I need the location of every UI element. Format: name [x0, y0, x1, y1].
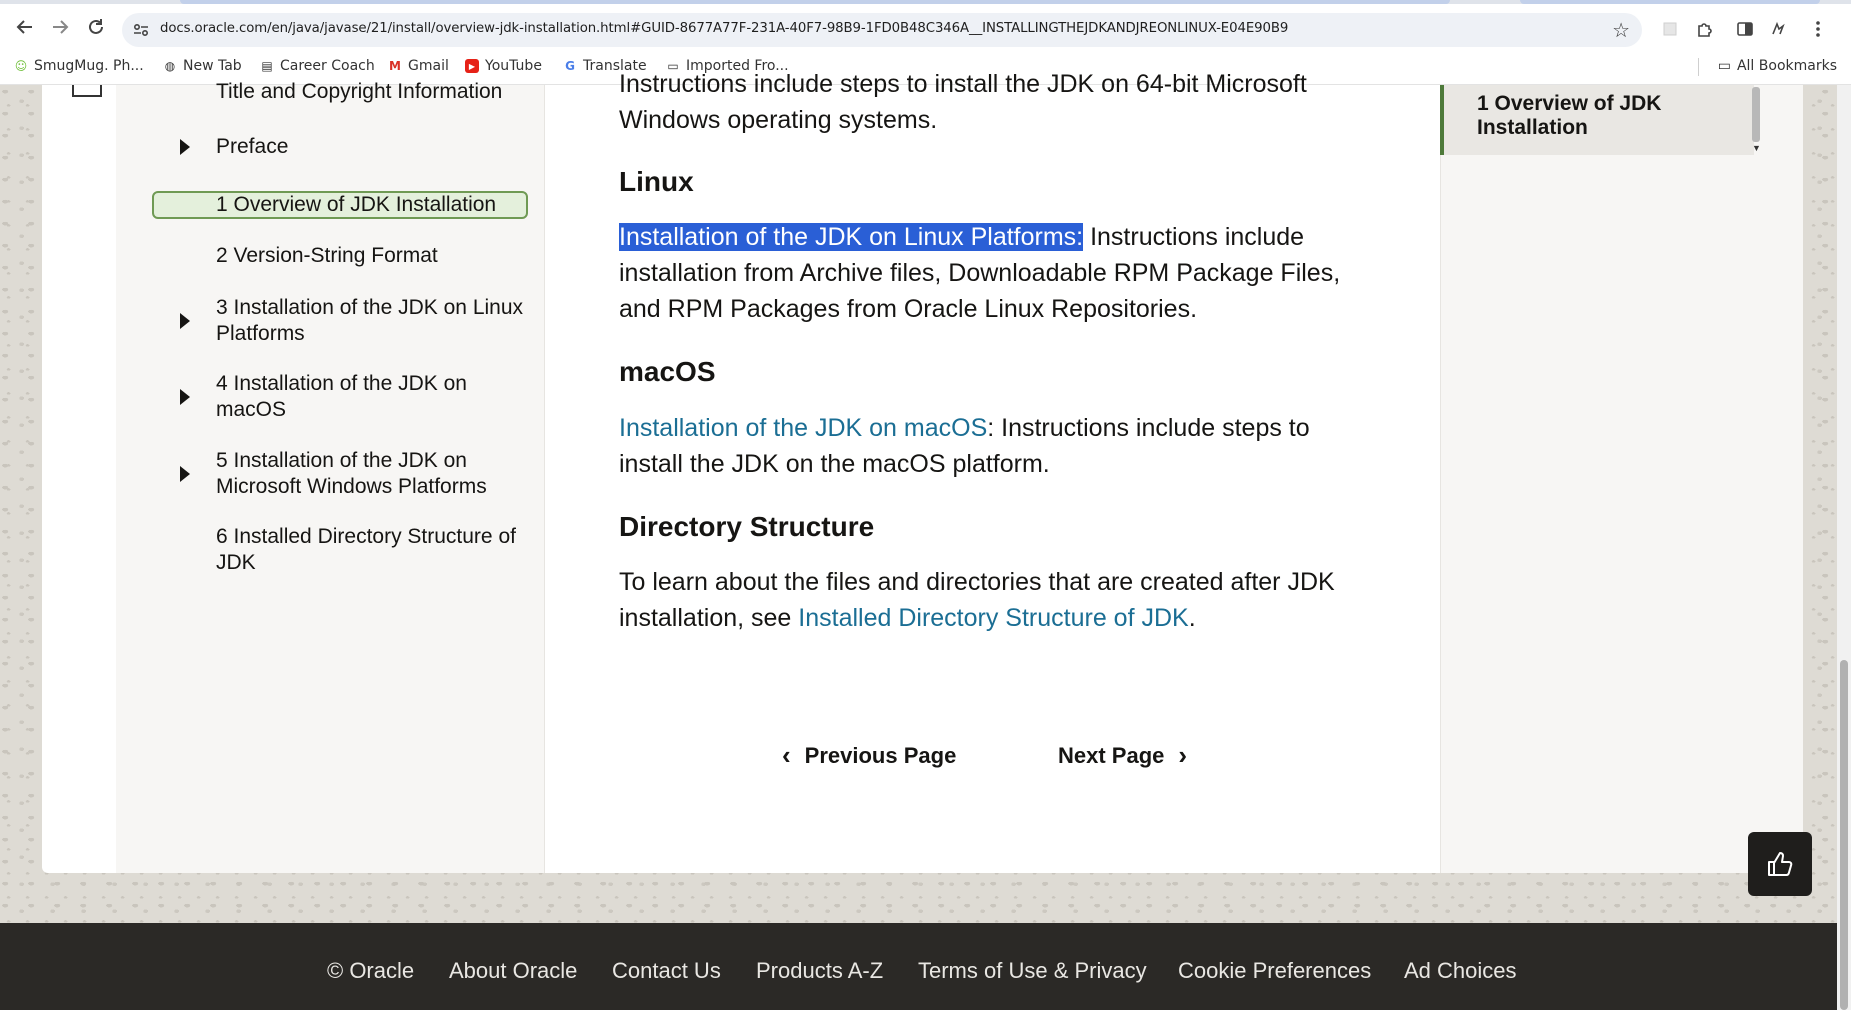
- text-line: Windows operating systems.: [619, 106, 938, 134]
- site-settings-icon[interactable]: [132, 21, 150, 39]
- youtube-icon: ▶: [465, 59, 479, 73]
- page-scrollbar[interactable]: [1837, 85, 1851, 1010]
- directory-structure-link[interactable]: Installed Directory Structure of JDK: [798, 604, 1188, 632]
- scroll-down-arrow-icon[interactable]: ▼: [1752, 143, 1761, 153]
- footer-link-contact-us[interactable]: Contact Us: [612, 958, 721, 984]
- footer-link-products[interactable]: Products A-Z: [756, 958, 883, 984]
- arrow-right-icon: [53, 20, 69, 34]
- windows-text-tail: Instructions include steps to install th…: [619, 66, 1349, 138]
- bookmark-label: YouTube: [485, 58, 542, 74]
- profile-icon[interactable]: [1768, 19, 1788, 39]
- bookmark-label: Gmail: [408, 58, 449, 74]
- bookmark-label: SmugMug. Ph...: [34, 58, 144, 74]
- bookmark-item[interactable]: M Gmail: [388, 58, 449, 74]
- text-line: To learn about the files and directories…: [619, 568, 1335, 596]
- macos-paragraph: Installation of the JDK on macOS: Instru…: [619, 410, 1349, 482]
- text-line: installation from Archive files, Downloa…: [619, 259, 1341, 287]
- text-line: install the JDK on the macOS platform.: [619, 450, 1050, 478]
- expand-arrow-icon[interactable]: [180, 139, 190, 155]
- directory-paragraph: To learn about the files and directories…: [619, 564, 1349, 636]
- next-page-label: Next Page: [1058, 742, 1165, 768]
- extensions-puzzle-icon[interactable]: [1695, 19, 1715, 39]
- all-bookmarks-button[interactable]: ▭ All Bookmarks: [1718, 58, 1837, 74]
- text-line: Instructions include: [1083, 223, 1305, 251]
- thumbs-up-icon: [1768, 852, 1793, 876]
- directory-structure-heading: Directory Structure: [619, 511, 875, 542]
- bookmark-item[interactable]: ◍ New Tab: [163, 58, 242, 74]
- bookmark-label: New Tab: [183, 58, 242, 74]
- toc-item-directory-structure[interactable]: 6 Installed Directory Structure of JDK: [216, 524, 536, 576]
- expand-arrow-icon[interactable]: [180, 466, 190, 482]
- smugmug-icon: ☺: [14, 59, 28, 73]
- page-scroll-thumb[interactable]: [1840, 660, 1848, 1010]
- bookmark-item[interactable]: ▶ YouTube: [465, 58, 542, 74]
- side-panel-icon[interactable]: [1735, 19, 1755, 39]
- chevron-left-icon: ‹: [782, 740, 791, 770]
- toc-item-version-string[interactable]: 2 Version-String Format: [216, 243, 536, 269]
- text-line: and RPM Packages from Oracle Linux Repos…: [619, 295, 1198, 323]
- footer-link-ad-choices[interactable]: Ad Choices: [1404, 958, 1517, 984]
- feedback-button[interactable]: [1748, 832, 1812, 896]
- expand-arrow-icon[interactable]: [180, 389, 190, 405]
- all-bookmarks-label: All Bookmarks: [1736, 58, 1837, 74]
- expand-arrow-icon[interactable]: [180, 313, 190, 329]
- on-this-page-active-label[interactable]: 1 Overview of JDK Installation: [1477, 92, 1737, 140]
- gmail-icon: M: [389, 59, 401, 73]
- macos-heading: macOS: [619, 356, 716, 387]
- toc-item-macos[interactable]: 4 Installation of the JDK on macOS: [216, 371, 536, 423]
- previous-page-label: Previous Page: [804, 742, 957, 768]
- bookmark-label: Career Coach: [280, 58, 375, 74]
- macos-install-link[interactable]: Installation of the JDK on macOS: [619, 414, 987, 442]
- linux-install-link[interactable]: Installation of the JDK on Linux Platfor…: [619, 223, 1084, 251]
- career-coach-icon: ▤: [261, 59, 273, 73]
- back-button[interactable]: [13, 15, 37, 39]
- browser-menu-icon[interactable]: [1808, 19, 1828, 39]
- bookmarks-divider: [1698, 58, 1699, 76]
- text-line: Instructions include steps to install th…: [619, 70, 1307, 98]
- panel-scroll-thumb[interactable]: [1752, 87, 1760, 142]
- previous-page-button[interactable]: ‹ Previous Page: [782, 740, 956, 771]
- bookmark-item[interactable]: ▤ Career Coach: [260, 58, 375, 74]
- translate-icon: G: [565, 59, 575, 73]
- forward-button[interactable]: [48, 15, 72, 39]
- toc-item-preface[interactable]: Preface: [216, 134, 536, 160]
- next-page-button[interactable]: Next Page ›: [1058, 740, 1187, 771]
- text-line: installation, see: [619, 604, 799, 632]
- toc-toggle-icon[interactable]: [72, 85, 102, 97]
- toc-item-title-copyright[interactable]: Title and Copyright Information: [216, 79, 536, 105]
- panel-scrollbar[interactable]: ▼: [1750, 85, 1762, 155]
- url-text[interactable]: docs.oracle.com/en/java/javase/21/instal…: [160, 21, 1288, 36]
- reload-button[interactable]: [84, 15, 108, 39]
- toc-item-windows[interactable]: 5 Installation of the JDK on Microsoft W…: [216, 448, 536, 500]
- bookmark-item[interactable]: ☺ SmugMug. Ph...: [14, 58, 144, 74]
- reload-icon: [89, 19, 103, 34]
- footer-link-terms-privacy[interactable]: Terms of Use & Privacy: [918, 958, 1147, 984]
- text-line: : Instructions include steps to: [987, 414, 1310, 442]
- globe-icon: ◍: [164, 59, 176, 73]
- linux-heading: Linux: [619, 166, 694, 197]
- text-line: .: [1188, 604, 1196, 632]
- footer-link-cookie-preferences[interactable]: Cookie Preferences: [1178, 958, 1371, 984]
- on-this-page-panel: [1440, 85, 1803, 873]
- address-bar[interactable]: docs.oracle.com/en/java/javase/21/instal…: [122, 13, 1642, 47]
- toc-item-linux[interactable]: 3 Installation of the JDK on Linux Platf…: [216, 295, 536, 347]
- linux-paragraph: Installation of the JDK on Linux Platfor…: [619, 219, 1349, 327]
- footer-link-copyright[interactable]: © Oracle: [327, 958, 414, 984]
- arrow-left-icon: [16, 20, 32, 34]
- browser-toolbar: docs.oracle.com/en/java/javase/21/instal…: [0, 4, 1851, 50]
- extension-placeholder-icon[interactable]: [1660, 19, 1680, 39]
- footer-link-about-oracle[interactable]: About Oracle: [449, 958, 577, 984]
- folder-icon: ▭: [1717, 58, 1731, 74]
- bookmark-star-icon[interactable]: ☆: [1612, 18, 1630, 43]
- site-footer: © Oracle About Oracle Contact Us Product…: [0, 923, 1837, 1010]
- toc-item-overview[interactable]: 1 Overview of JDK Installation: [216, 192, 536, 218]
- chevron-right-icon: ›: [1178, 740, 1188, 770]
